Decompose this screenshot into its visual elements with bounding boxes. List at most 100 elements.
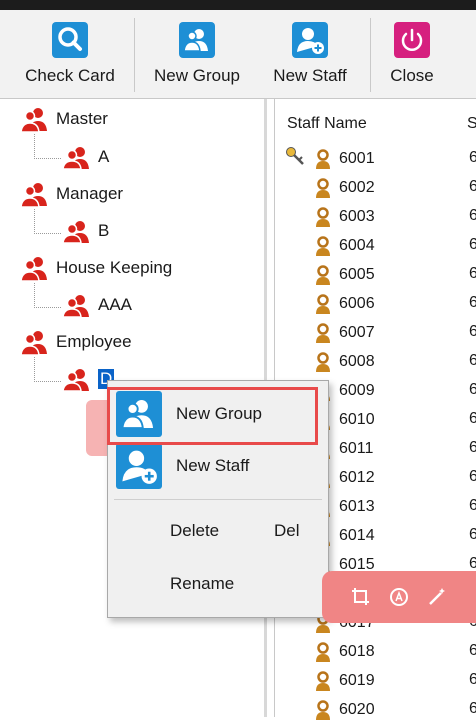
staff-column2-value: 6 bbox=[469, 526, 476, 543]
staff-row[interactable]: 6006 bbox=[315, 289, 375, 318]
menu-item-delete[interactable]: Delete Del bbox=[108, 511, 328, 551]
staff-column2-value: 6 bbox=[469, 294, 476, 311]
staff-row[interactable]: 6005 bbox=[315, 260, 375, 289]
staff-icon bbox=[316, 641, 330, 662]
tree-subgroup-label: B bbox=[98, 221, 110, 240]
tree-group-label: House Keeping bbox=[56, 258, 173, 277]
staff-name-header[interactable]: Staff Name bbox=[287, 115, 367, 133]
toolbar: Check Card New Group New Staff Close bbox=[0, 10, 476, 99]
staff-name: 6012 bbox=[339, 468, 375, 486]
staff-row[interactable]: 6020 bbox=[315, 695, 375, 724]
toolbar-separator bbox=[134, 18, 135, 92]
staff-name: 6014 bbox=[339, 526, 375, 544]
staff-icon bbox=[316, 293, 330, 314]
staff-name: 6019 bbox=[339, 671, 375, 689]
staff-column2-value: 6 bbox=[469, 468, 476, 485]
close-button[interactable]: Close bbox=[384, 10, 440, 98]
staff-name: 6001 bbox=[339, 149, 375, 167]
staff-column2-value: 6 bbox=[469, 642, 476, 659]
staff-name: 6009 bbox=[339, 381, 375, 399]
floating-toolbar bbox=[322, 571, 476, 623]
menu-item-label: New Staff bbox=[176, 456, 250, 475]
staff-name: 6002 bbox=[339, 178, 375, 196]
staff-column2-value: 6 bbox=[469, 323, 476, 340]
staff-column2-value: 6 bbox=[469, 381, 476, 398]
tree-connector bbox=[34, 134, 61, 159]
tree-connector bbox=[34, 209, 61, 234]
menu-item-rename[interactable]: Rename bbox=[108, 564, 328, 604]
tree-connector bbox=[34, 283, 61, 308]
menu-item-new-staff[interactable]: New Staff bbox=[108, 441, 328, 491]
staff-name: 6020 bbox=[339, 700, 375, 718]
staff-row[interactable]: 6002 bbox=[315, 173, 375, 202]
staff-name: 6005 bbox=[339, 265, 375, 283]
staff-icon bbox=[316, 206, 330, 227]
window-top-edge bbox=[0, 0, 476, 10]
group-icon bbox=[20, 108, 47, 132]
staff-column2-value: 6 bbox=[469, 700, 476, 717]
staff-row[interactable]: 6008 bbox=[315, 347, 375, 376]
tree-group-master[interactable]: Master bbox=[20, 106, 108, 132]
tree-group-manager[interactable]: Manager bbox=[20, 181, 123, 207]
staff-row[interactable]: 6018 bbox=[315, 637, 375, 666]
tree-group-label: Employee bbox=[56, 332, 132, 351]
staff-row[interactable]: 6019 bbox=[315, 666, 375, 695]
new-group-label: New Group bbox=[154, 66, 240, 85]
menu-item-shortcut: Del bbox=[274, 521, 300, 540]
staff-column2-value: 6 bbox=[469, 439, 476, 456]
new-staff-button[interactable]: New Staff bbox=[264, 10, 356, 98]
tree-group-house-keeping[interactable]: House Keeping bbox=[20, 255, 172, 281]
key-icon bbox=[286, 147, 304, 165]
staff-column2-value: 6 bbox=[469, 236, 476, 253]
staff-name: 6007 bbox=[339, 323, 375, 341]
staff-name: 6013 bbox=[339, 497, 375, 515]
highlight-annotation bbox=[107, 387, 318, 445]
tree-group-aaa[interactable]: AAA bbox=[62, 293, 132, 317]
tree-group-a[interactable]: A bbox=[62, 145, 109, 169]
column2-header[interactable]: S bbox=[467, 115, 476, 133]
ai-icon[interactable] bbox=[388, 586, 410, 608]
close-label: Close bbox=[390, 66, 434, 85]
staff-icon bbox=[316, 351, 330, 372]
toolbar-separator bbox=[370, 18, 371, 92]
staff-icon bbox=[316, 322, 330, 343]
staff-name: 6004 bbox=[339, 236, 375, 254]
staff-column2-value: 6 bbox=[469, 352, 476, 369]
menu-item-label: Delete bbox=[170, 521, 220, 540]
staff-icon bbox=[316, 235, 330, 256]
staff-column2-value: 6 bbox=[469, 410, 476, 427]
check-card-button[interactable]: Check Card bbox=[18, 10, 122, 98]
group-icon bbox=[20, 331, 47, 355]
tree-connector bbox=[34, 357, 61, 382]
tree-group-b[interactable]: B bbox=[62, 219, 109, 243]
tree-group-label: Master bbox=[56, 109, 108, 128]
add-user-icon bbox=[116, 443, 162, 489]
staff-column2-value: 6 bbox=[469, 207, 476, 224]
new-staff-label: New Staff bbox=[273, 66, 347, 85]
group-icon bbox=[62, 147, 89, 169]
staff-row[interactable]: 6004 bbox=[315, 231, 375, 260]
search-icon bbox=[52, 22, 88, 58]
staff-row[interactable]: 6003 bbox=[315, 202, 375, 231]
tree-group-label: Manager bbox=[56, 184, 124, 203]
check-card-label: Check Card bbox=[25, 66, 115, 85]
staff-name: 6018 bbox=[339, 642, 375, 660]
staff-row[interactable]: 6001 bbox=[286, 144, 375, 173]
staff-icon bbox=[316, 177, 330, 198]
magic-wand-icon[interactable] bbox=[426, 586, 448, 608]
group-icon bbox=[20, 183, 47, 207]
tree-group-employee[interactable]: Employee bbox=[20, 329, 132, 355]
power-icon bbox=[394, 22, 430, 58]
staff-name: 6010 bbox=[339, 410, 375, 428]
new-group-button[interactable]: New Group bbox=[146, 10, 248, 98]
menu-item-label: Rename bbox=[170, 574, 235, 593]
add-user-icon bbox=[292, 22, 328, 58]
crop-icon[interactable] bbox=[350, 586, 372, 608]
staff-name: 6003 bbox=[339, 207, 375, 225]
group-icon bbox=[62, 221, 89, 243]
staff-column2-value: 6 bbox=[469, 265, 476, 282]
menu-divider bbox=[114, 499, 322, 500]
staff-icon bbox=[316, 148, 330, 169]
staff-row[interactable]: 6007 bbox=[315, 318, 375, 347]
staff-name: 6011 bbox=[339, 439, 374, 457]
